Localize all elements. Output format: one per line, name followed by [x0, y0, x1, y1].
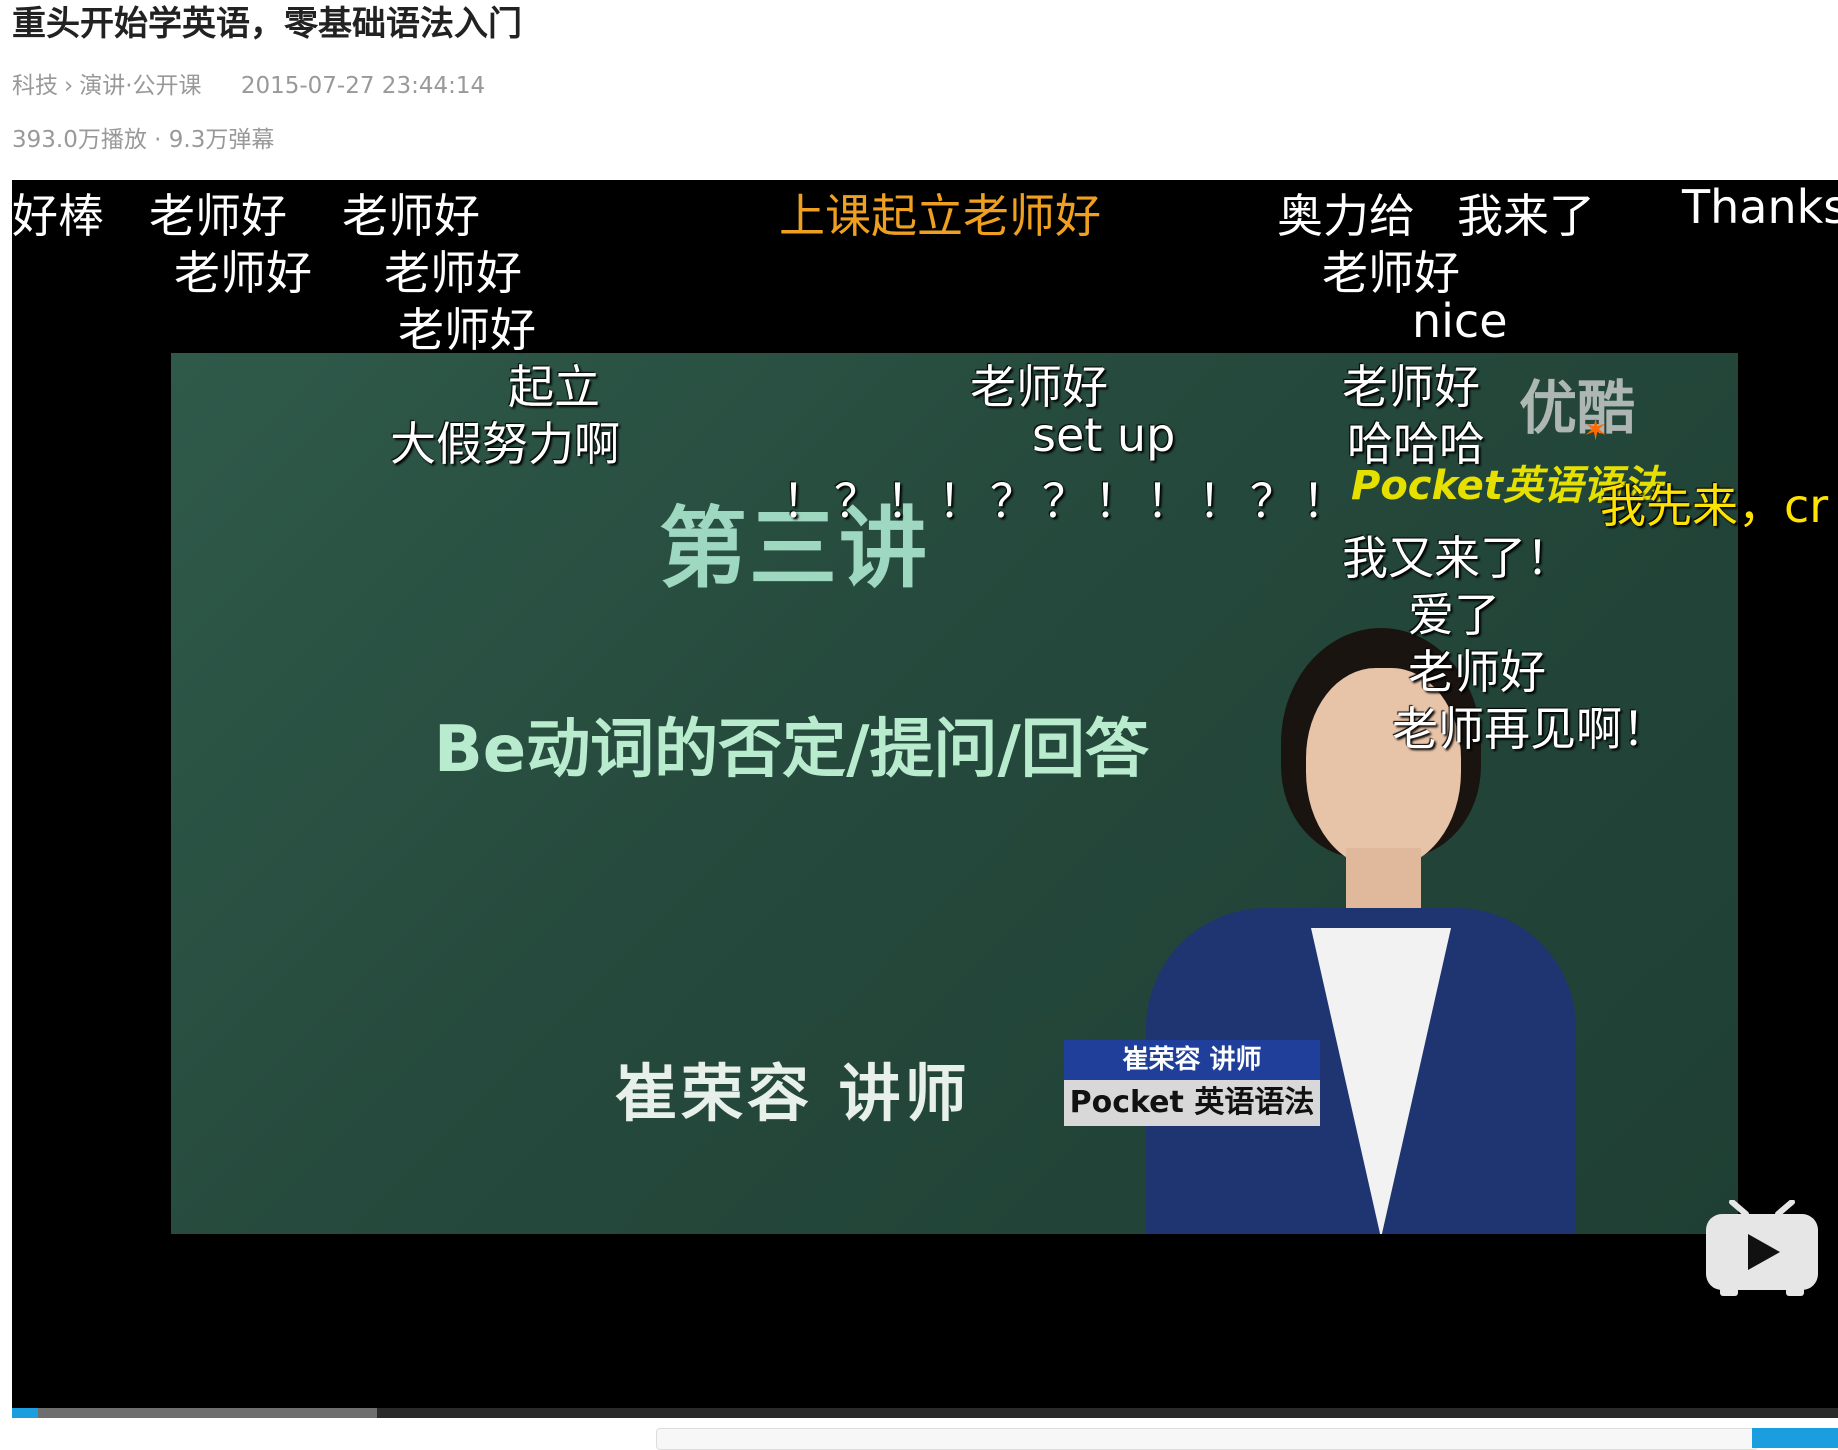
progress-played [12, 1408, 38, 1418]
breadcrumb-separator-icon: › [64, 73, 74, 99]
danmaku-comment: nice [1412, 294, 1508, 348]
breadcrumb-subcategory[interactable]: 演讲·公开课 [79, 73, 201, 99]
danmaku-comment: 好棒 [12, 189, 104, 243]
danmaku-comment: 上课起立老师好 [779, 189, 1101, 243]
danmaku-comment: ！？！！？？！！！？！ [782, 474, 1354, 528]
upload-date: 2015-07-27 23:44:14 [240, 73, 486, 99]
video-title: 重头开始学英语，零基础语法入门 [12, 4, 522, 44]
danmaku-comment: Thanks [1682, 180, 1838, 234]
danmaku-comment: 老师再见啊！ [1392, 702, 1668, 756]
danmaku-comment: 哈哈哈 [1347, 417, 1485, 471]
danmaku-comment: 大假努力啊 [390, 417, 620, 471]
send-danmaku-button[interactable] [1752, 1428, 1838, 1448]
bilibili-tv-icon[interactable] [1704, 1200, 1820, 1300]
video-player[interactable]: 优酷 ✶ Pocket英语语法 第三讲 Be动词的否定/提问/回答 崔荣容 讲师… [12, 180, 1838, 1418]
danmaku-comment: 我来了 [1457, 189, 1595, 243]
video-meta: 科技 › 演讲·公开课 2015-07-27 23:44:14 [12, 66, 485, 100]
progress-buffered [12, 1408, 378, 1418]
breadcrumb-category[interactable]: 科技 [12, 73, 58, 99]
danmaku-layer: 好棒 老师好 老师好 上课起立老师好 奥力给 我来了 Thanks 老师好 老师… [12, 180, 1838, 1418]
progress-bar[interactable] [12, 1408, 1838, 1418]
video-stats: 393.0万播放 · 9.3万弹幕 [12, 127, 275, 153]
danmaku-comment: 老师好 [174, 246, 312, 300]
danmaku-input[interactable] [656, 1428, 1758, 1450]
danmaku-comment: 我先来，cr [1600, 479, 1829, 533]
danmaku-comment: set up [1032, 408, 1176, 462]
